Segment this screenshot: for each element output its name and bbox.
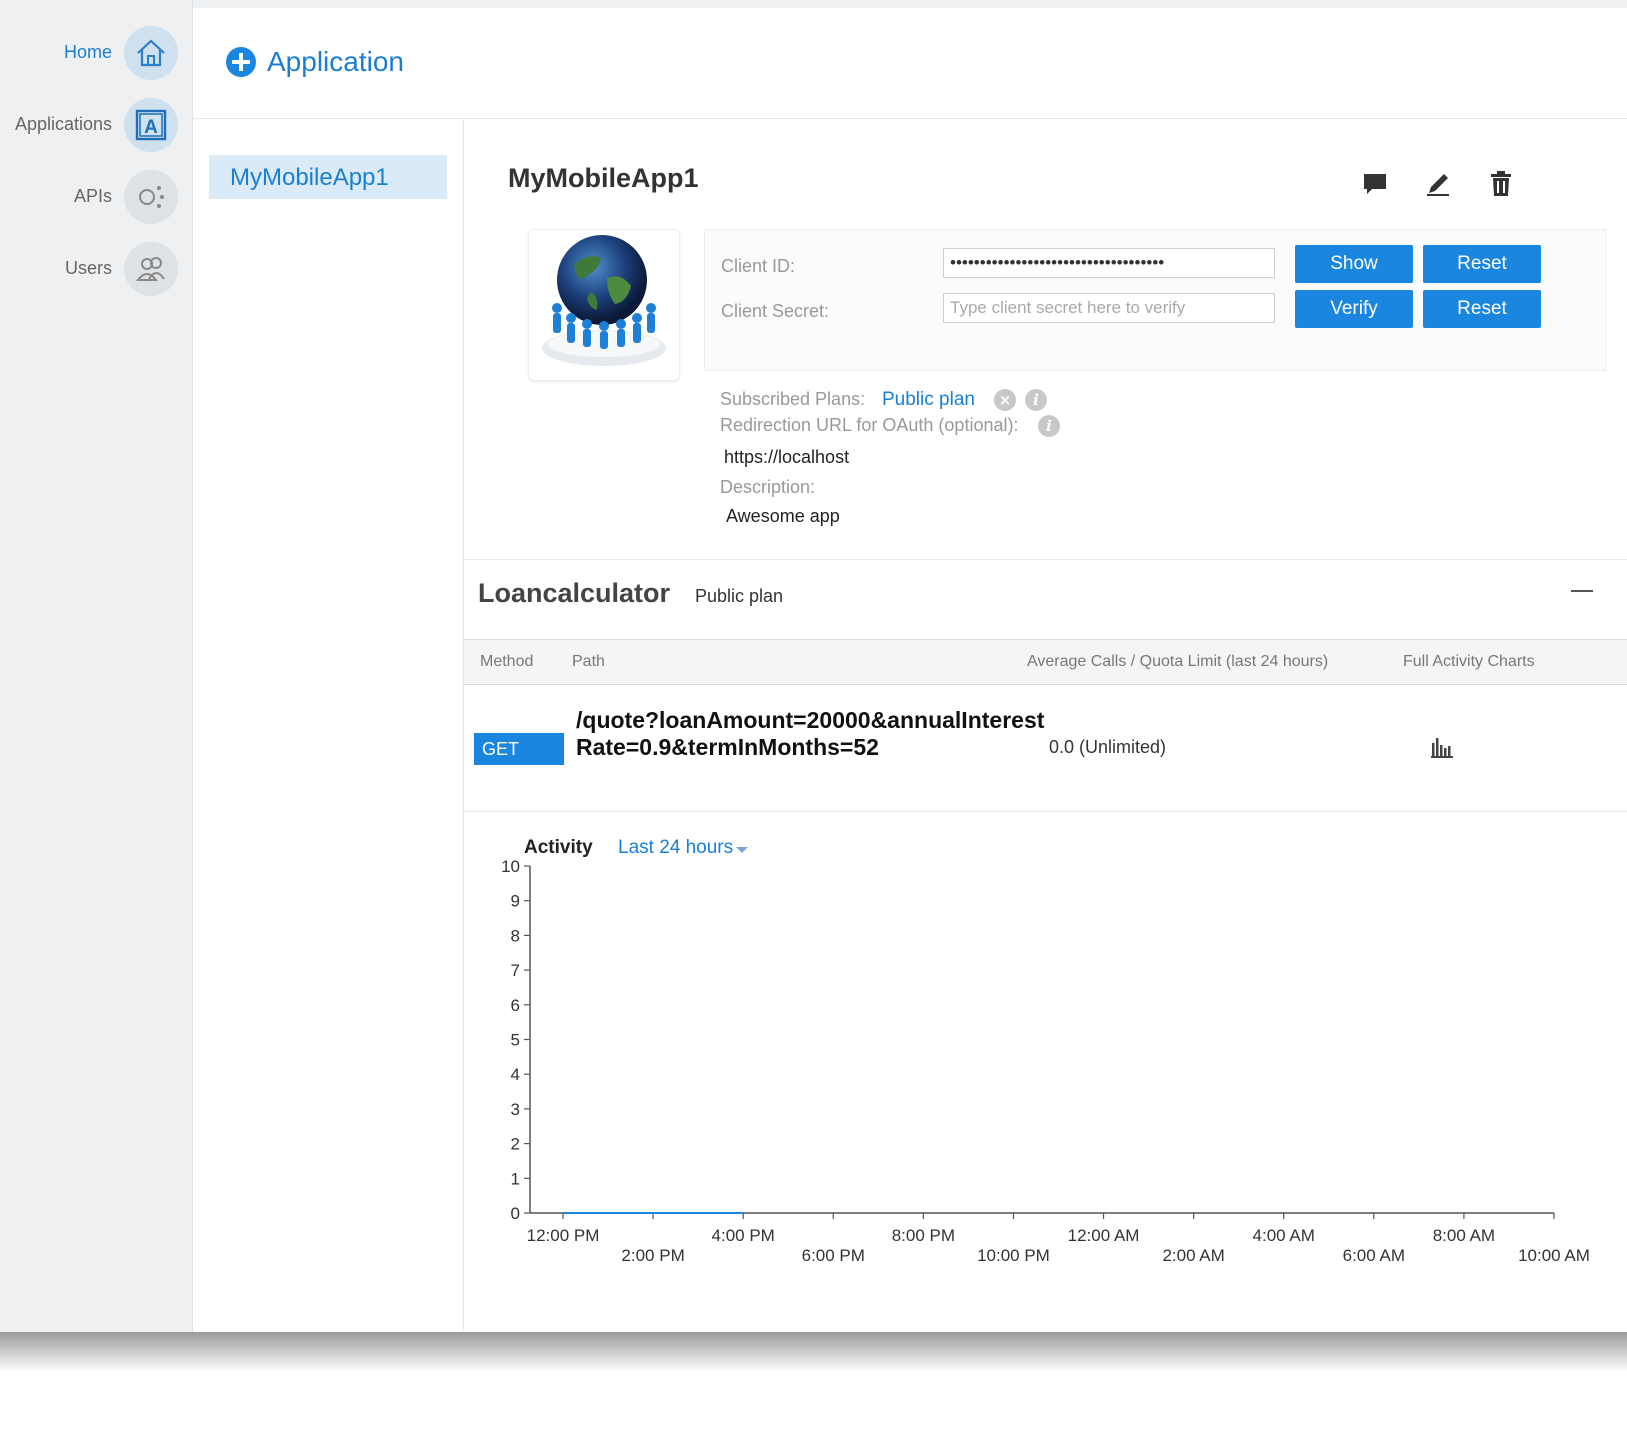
application-detail: MyMobileApp1 Client ID: ••••••••••••••••…	[464, 119, 1627, 1332]
plus-circle-icon[interactable]	[225, 46, 257, 78]
x-tick-label: 10:00 PM	[977, 1246, 1050, 1265]
x-tick-label: 10:00 AM	[1518, 1246, 1590, 1265]
nav-item-apis[interactable]: APIs	[0, 168, 192, 228]
y-tick-label: 9	[511, 892, 520, 911]
x-tick-label: 6:00 PM	[802, 1246, 865, 1265]
x-tick-label: 8:00 AM	[1433, 1226, 1495, 1245]
x-tick-label: 4:00 AM	[1253, 1226, 1315, 1245]
application-list: MyMobileApp1	[193, 119, 464, 1332]
side-nav: Home Applications A APIs Users	[0, 0, 193, 1332]
nav-label: Home	[63, 42, 112, 62]
y-tick-label: 1	[511, 1169, 520, 1188]
x-tick-label: 12:00 PM	[527, 1226, 600, 1245]
nav-label: APIs	[73, 186, 112, 206]
y-tick-label: 3	[511, 1100, 520, 1119]
nav-label: Applications	[14, 114, 112, 134]
svg-text:A: A	[144, 117, 158, 138]
list-item-label: MyMobileApp1	[230, 164, 389, 191]
x-tick-label: 8:00 PM	[892, 1226, 955, 1245]
list-item-mymobileapp1[interactable]: MyMobileApp1	[209, 155, 447, 199]
y-tick-label: 5	[511, 1031, 520, 1050]
nav-item-home[interactable]: Home	[0, 24, 192, 84]
users-icon	[135, 257, 165, 281]
x-tick-label: 4:00 PM	[712, 1226, 775, 1245]
apis-icon	[139, 186, 164, 208]
applications-icon: A	[135, 109, 167, 141]
y-tick-label: 6	[511, 996, 520, 1015]
nav-item-applications[interactable]: Applications A	[0, 96, 192, 156]
y-tick-label: 0	[511, 1204, 520, 1223]
y-tick-label: 7	[511, 961, 520, 980]
x-tick-label: 2:00 PM	[621, 1246, 684, 1265]
app-window: Home Applications A APIs Users Applicati…	[0, 0, 1627, 1332]
x-tick-label: 2:00 AM	[1162, 1246, 1224, 1265]
page-header: Application	[193, 8, 1627, 119]
y-tick-label: 8	[511, 926, 520, 945]
nav-item-users[interactable]: Users	[0, 240, 192, 300]
activity-chart: 0 1 2 3 4 5 6 7 8 9 10 12:00 PM 2:00 PM 4:00 PM 6:00 P…	[501, 857, 1590, 1265]
y-tick-label: 10	[501, 857, 520, 876]
nav-label: Users	[64, 258, 112, 278]
home-icon	[137, 39, 165, 67]
x-tick-label: 12:00 AM	[1068, 1226, 1140, 1245]
page-title: Application	[267, 46, 404, 77]
y-tick-label: 4	[511, 1065, 520, 1084]
x-tick-label: 6:00 AM	[1343, 1246, 1405, 1265]
main-panel: Application MyMobileApp1 MyMobileApp1 Cl…	[193, 8, 1627, 1332]
y-tick-label: 2	[511, 1135, 520, 1154]
window-shadow	[0, 1332, 1627, 1372]
